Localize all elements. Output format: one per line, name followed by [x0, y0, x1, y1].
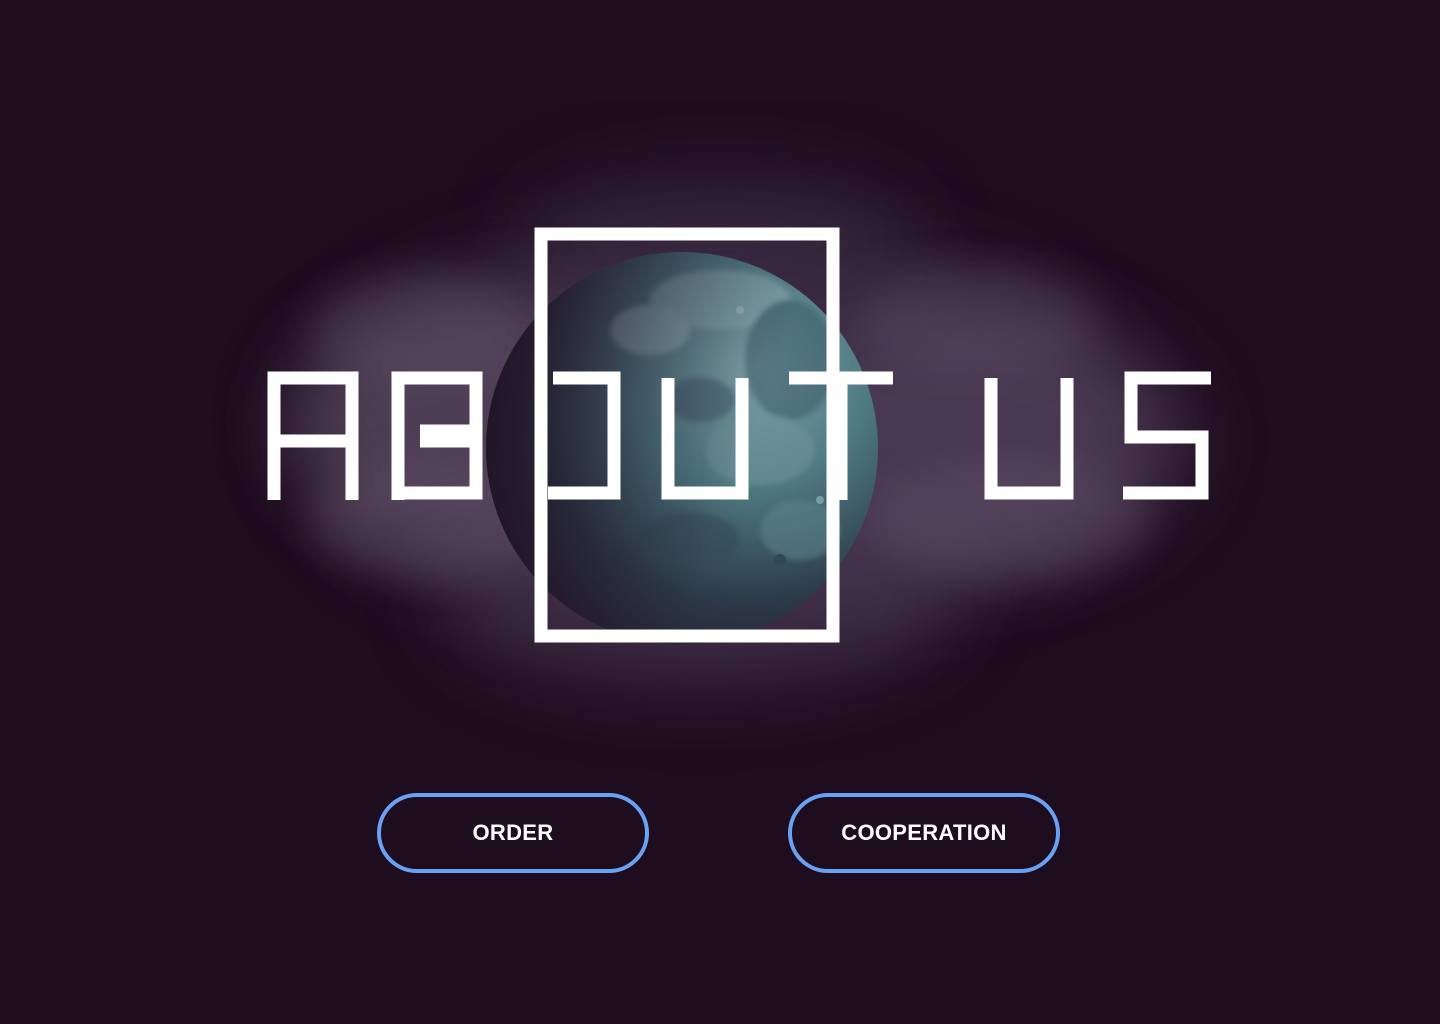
cooperation-button-label: COOPERATION — [841, 820, 1007, 845]
about-us-page: ABOUT US ORDER COOPERATION — [0, 0, 1440, 1024]
order-button[interactable]: ORDER — [377, 793, 649, 873]
hero-illustration — [267, 170, 1211, 690]
order-button-label: ORDER — [472, 820, 554, 845]
cooperation-button[interactable]: COOPERATION — [788, 793, 1060, 873]
